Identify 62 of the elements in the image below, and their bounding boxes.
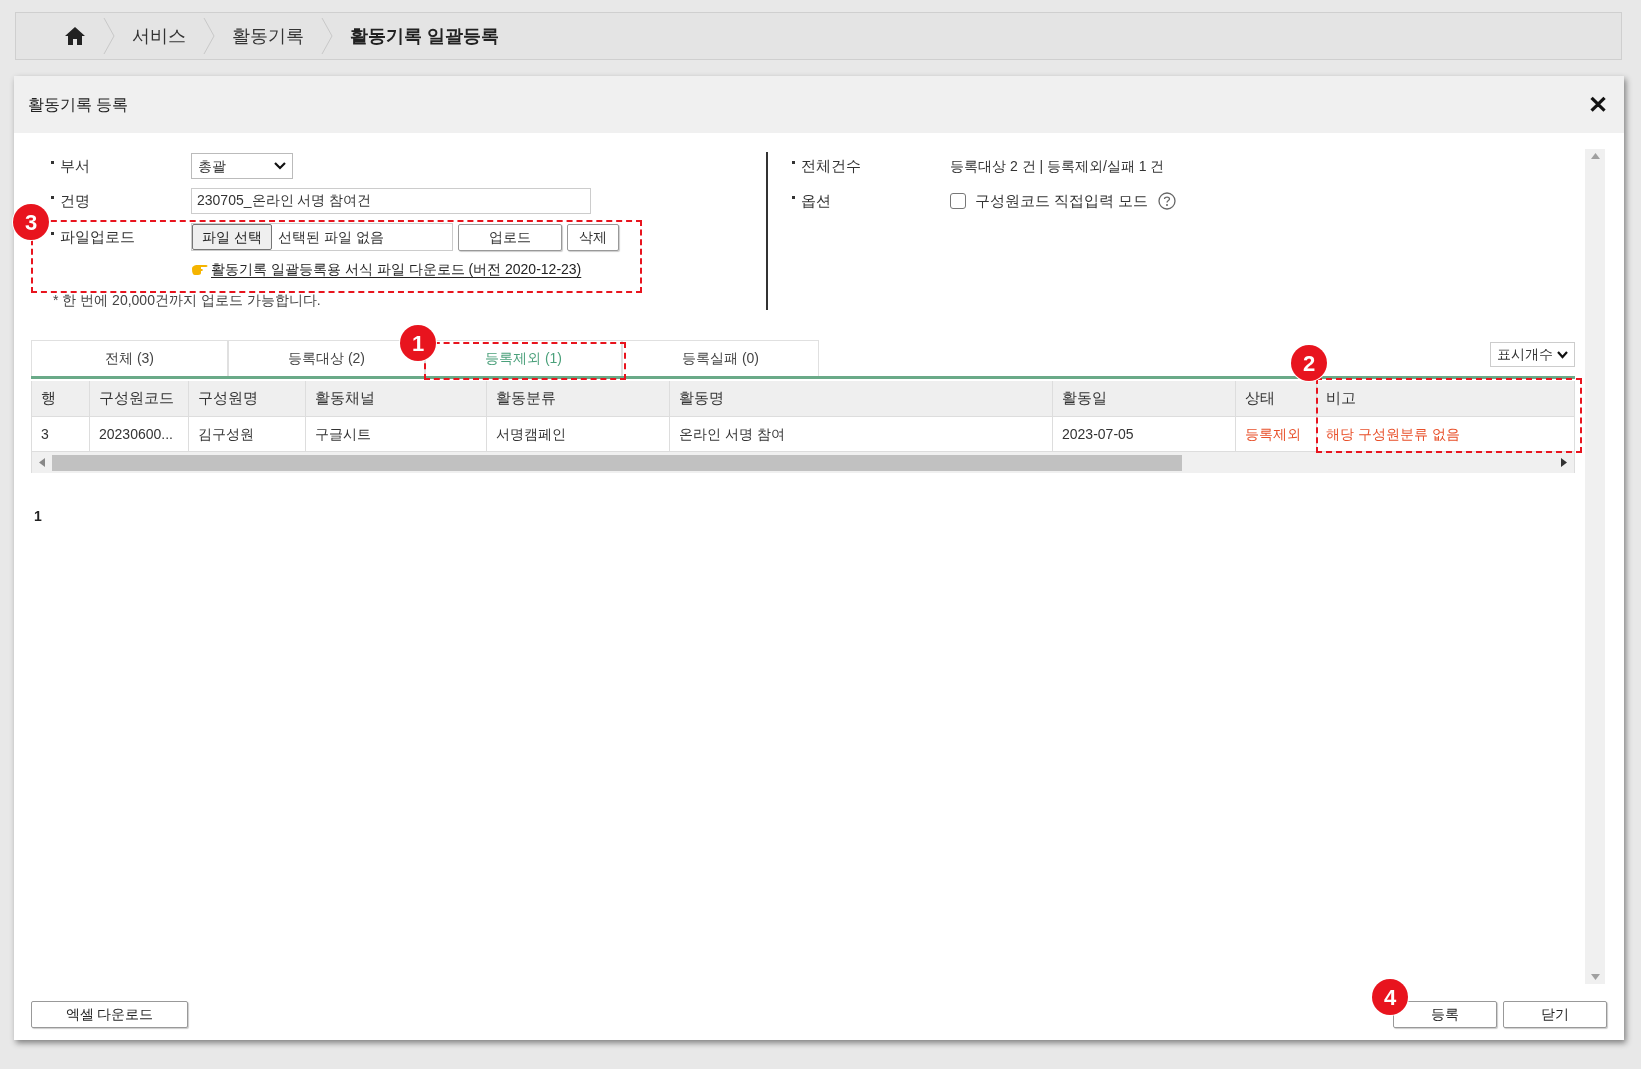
pointing-hand-icon xyxy=(191,262,209,276)
scroll-right-icon[interactable] xyxy=(1561,458,1567,467)
column-header[interactable]: 활동명 xyxy=(670,381,1053,416)
choose-file-button[interactable]: 파일 선택 xyxy=(192,224,272,250)
column-header[interactable]: 활동일 xyxy=(1053,381,1236,416)
excel-download-button[interactable]: 엑셀 다운로드 xyxy=(31,1001,188,1028)
checkbox-label[interactable]: 구성원코드 직접입력 모드 xyxy=(975,189,1149,213)
breadcrumb-item: 활동기록 일괄등록 xyxy=(350,24,499,48)
table-cell-text: 해당 구성원분류 없음 xyxy=(1325,424,1461,444)
upload-button[interactable]: 업로드 xyxy=(458,223,562,251)
scroll-up-icon[interactable] xyxy=(1590,153,1600,159)
chevron-icon xyxy=(320,16,334,56)
vertical-scrollbar[interactable] xyxy=(1585,149,1605,984)
delete-button[interactable]: 삭제 xyxy=(567,223,619,251)
field-label: 전체건수 xyxy=(792,154,861,178)
upload-limit-note: * 한 번에 20,000건까지 업로드 가능합니다. xyxy=(52,291,322,310)
table-cell: 구글시트 xyxy=(306,417,487,451)
step-badge: 3 xyxy=(13,204,49,240)
column-header[interactable]: 상태 xyxy=(1236,381,1317,416)
table-cell: 등록제외 xyxy=(1236,417,1317,451)
total-count-text: 등록대상 2 건 | 등록제외/실패 1 건 xyxy=(950,156,1165,176)
page-size-dropdown[interactable]: 표시개수 xyxy=(1490,342,1575,367)
caret-icon xyxy=(274,162,286,170)
field-label: 부서 xyxy=(51,154,90,178)
file-status-text: 선택된 파일 없음 xyxy=(277,227,384,247)
file-field[interactable]: 파일 선택 선택된 파일 없음 xyxy=(191,223,453,251)
breadcrumb-item[interactable]: 서비스 xyxy=(132,22,186,50)
column-header[interactable]: 비고 xyxy=(1317,381,1574,416)
table-cell: 3 xyxy=(32,417,90,451)
column-header[interactable]: 행 xyxy=(32,381,90,416)
chevron-icon xyxy=(102,16,116,56)
checkbox[interactable] xyxy=(950,193,966,209)
scroll-down-icon[interactable] xyxy=(1590,974,1600,980)
horizontal-scrollbar[interactable] xyxy=(32,452,1574,473)
breadcrumb-item[interactable]: 활동기록 xyxy=(232,22,304,50)
page-link[interactable]: 1 xyxy=(34,506,42,527)
close-dialog-button[interactable]: 닫기 xyxy=(1503,1001,1607,1028)
table-cell: 서명캠페인 xyxy=(487,417,670,451)
scroll-left-icon[interactable] xyxy=(39,458,45,467)
home-icon[interactable] xyxy=(64,26,86,46)
field-label: 파일업로드 xyxy=(51,225,135,249)
column-header[interactable]: 활동분류 xyxy=(487,381,670,416)
template-download-link[interactable]: 활동기록 일괄등록용 서식 파일 다운로드 (버전 2020-12-23) xyxy=(191,258,582,280)
field-label: 옵션 xyxy=(792,189,831,213)
dialog-title: 활동기록 등록 xyxy=(28,94,129,115)
scrollbar-thumb[interactable] xyxy=(52,454,1182,471)
table-cell: 김구성원 xyxy=(189,417,306,451)
chevron-icon xyxy=(202,16,216,56)
column-header[interactable]: 구성원코드 xyxy=(90,381,189,416)
caret-icon xyxy=(1557,350,1568,359)
subject-field[interactable]: 230705_온라인 서명 참여건 xyxy=(191,188,591,214)
help-icon[interactable] xyxy=(1158,192,1177,210)
column-header[interactable]: 구성원명 xyxy=(189,381,306,416)
column-header[interactable]: 활동채널 xyxy=(306,381,487,416)
tab[interactable]: 전체 (3) xyxy=(31,340,228,376)
close-button[interactable]: ✕ xyxy=(1588,92,1608,117)
table-cell: 2023-07-05 xyxy=(1053,417,1236,451)
field-label: 건명 xyxy=(51,189,90,213)
department-dropdown[interactable]: 총괄 xyxy=(191,153,293,179)
table-cell: 온라인 서명 참여 xyxy=(670,417,1053,451)
tab[interactable]: 등록실패 (0) xyxy=(622,340,819,376)
table-cell: 20230600... xyxy=(90,417,189,451)
